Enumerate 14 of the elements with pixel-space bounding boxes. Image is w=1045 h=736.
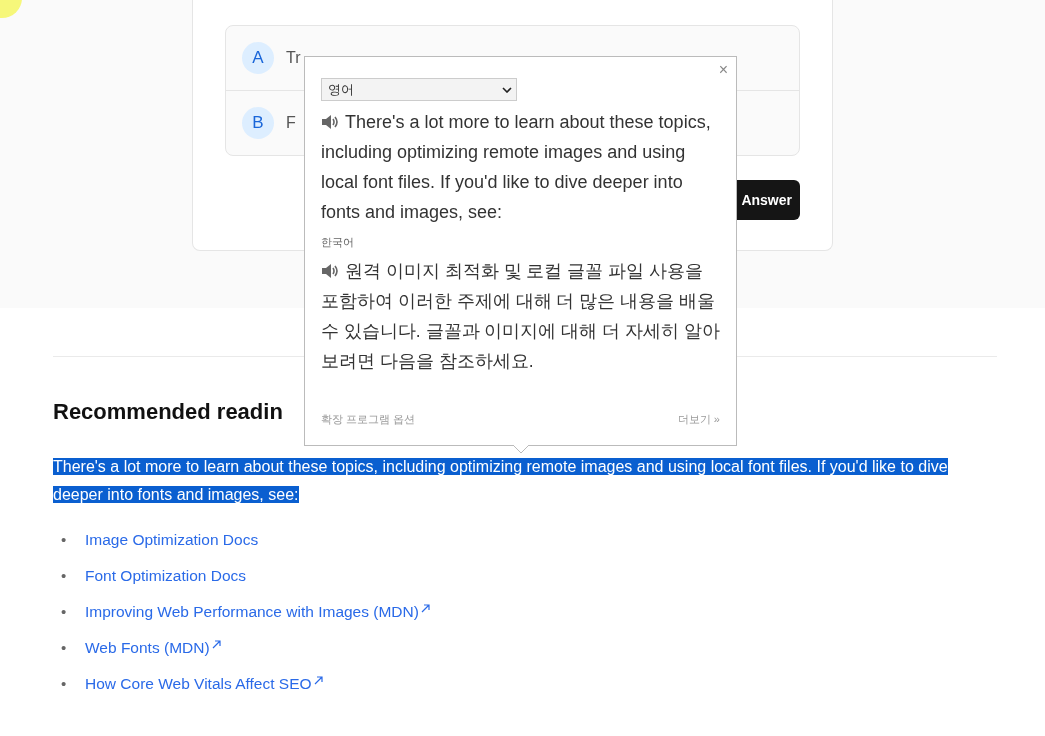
- option-letter: A: [242, 42, 274, 74]
- list-bullet: •: [61, 531, 68, 548]
- target-language-label: 한국어: [321, 235, 355, 250]
- translated-text: 원격 이미지 최적화 및 로컬 글꼴 파일 사용을 포함하여 이러한 주제에 대해 더 많은 내용을 배울 수 있습니다. 글꼴과 이미지에 대해 더 자세히 알아보려면 다음을 참조하세요.: [321, 260, 720, 373]
- option-letter: B: [242, 107, 274, 139]
- section-heading: Recommended readin: [53, 399, 283, 425]
- list-bullet: •: [61, 639, 68, 656]
- list-bullet: •: [61, 567, 68, 584]
- selected-paragraph: There's a lot more to learn about these topics, including optimizing remote images and using local font files. If you'd like to dive deeper into fonts and images, see:: [53, 457, 949, 505]
- list-bullet: •: [61, 603, 68, 620]
- list-bullet: •: [61, 675, 68, 692]
- source-text: There's a lot more to learn about these topics, including optimizing remote images and using local font files. If you'd like to dive deeper into fonts and images, see:: [321, 111, 712, 224]
- option-text: F: [286, 114, 296, 132]
- option-text: Tr: [286, 49, 301, 67]
